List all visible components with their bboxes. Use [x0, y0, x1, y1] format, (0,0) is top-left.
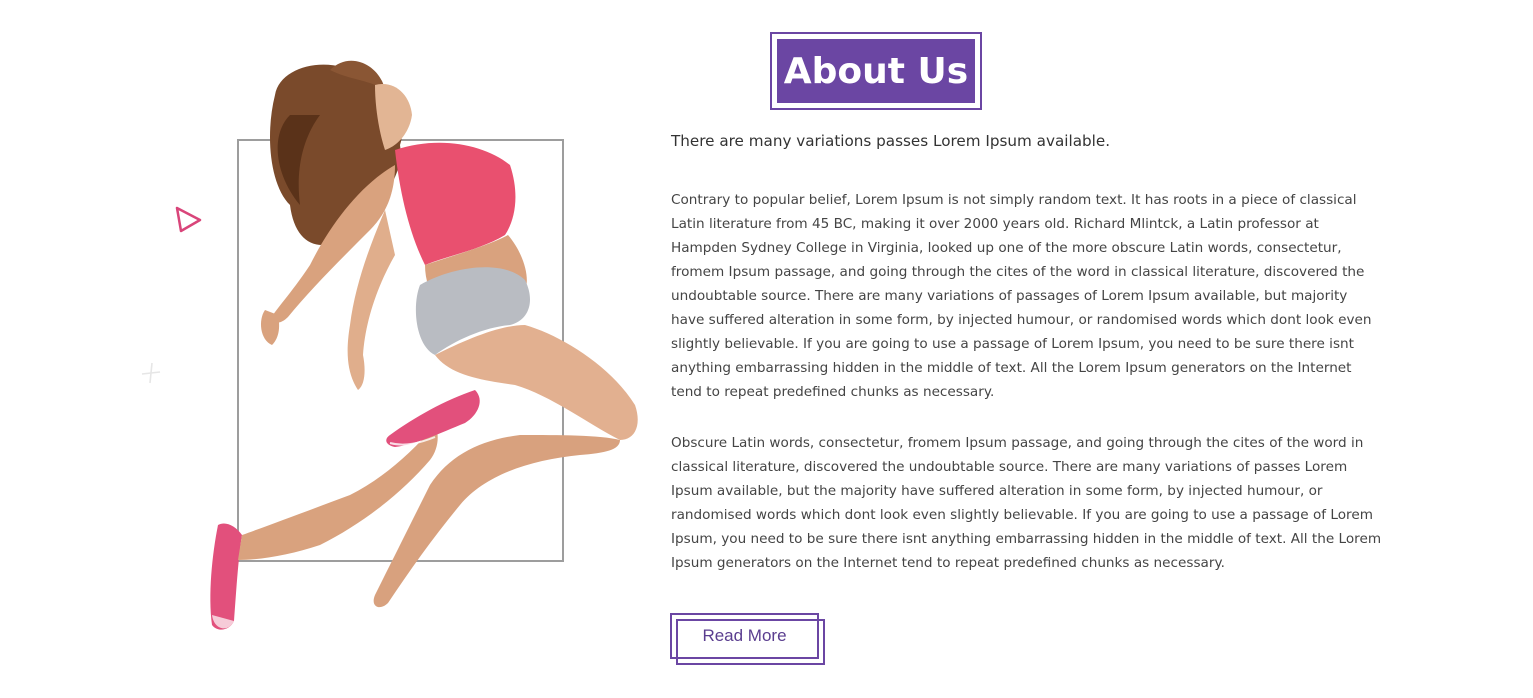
- read-more-button[interactable]: Read More: [670, 613, 819, 659]
- heading-frame: About Us: [770, 32, 982, 110]
- section-subtitle: There are many variations passes Lorem I…: [671, 132, 1111, 150]
- section-title: About Us: [777, 39, 975, 103]
- about-illustration: [0, 0, 660, 698]
- plus-icon: [141, 362, 161, 384]
- body-paragraph-2: Obscure Latin words, consectetur, fromem…: [671, 435, 1382, 571]
- body-paragraph-1: Contrary to popular belief, Lorem Ipsum …: [671, 192, 1372, 400]
- dancer-photo: [210, 60, 638, 630]
- read-more-wrapper: Read More: [670, 613, 825, 665]
